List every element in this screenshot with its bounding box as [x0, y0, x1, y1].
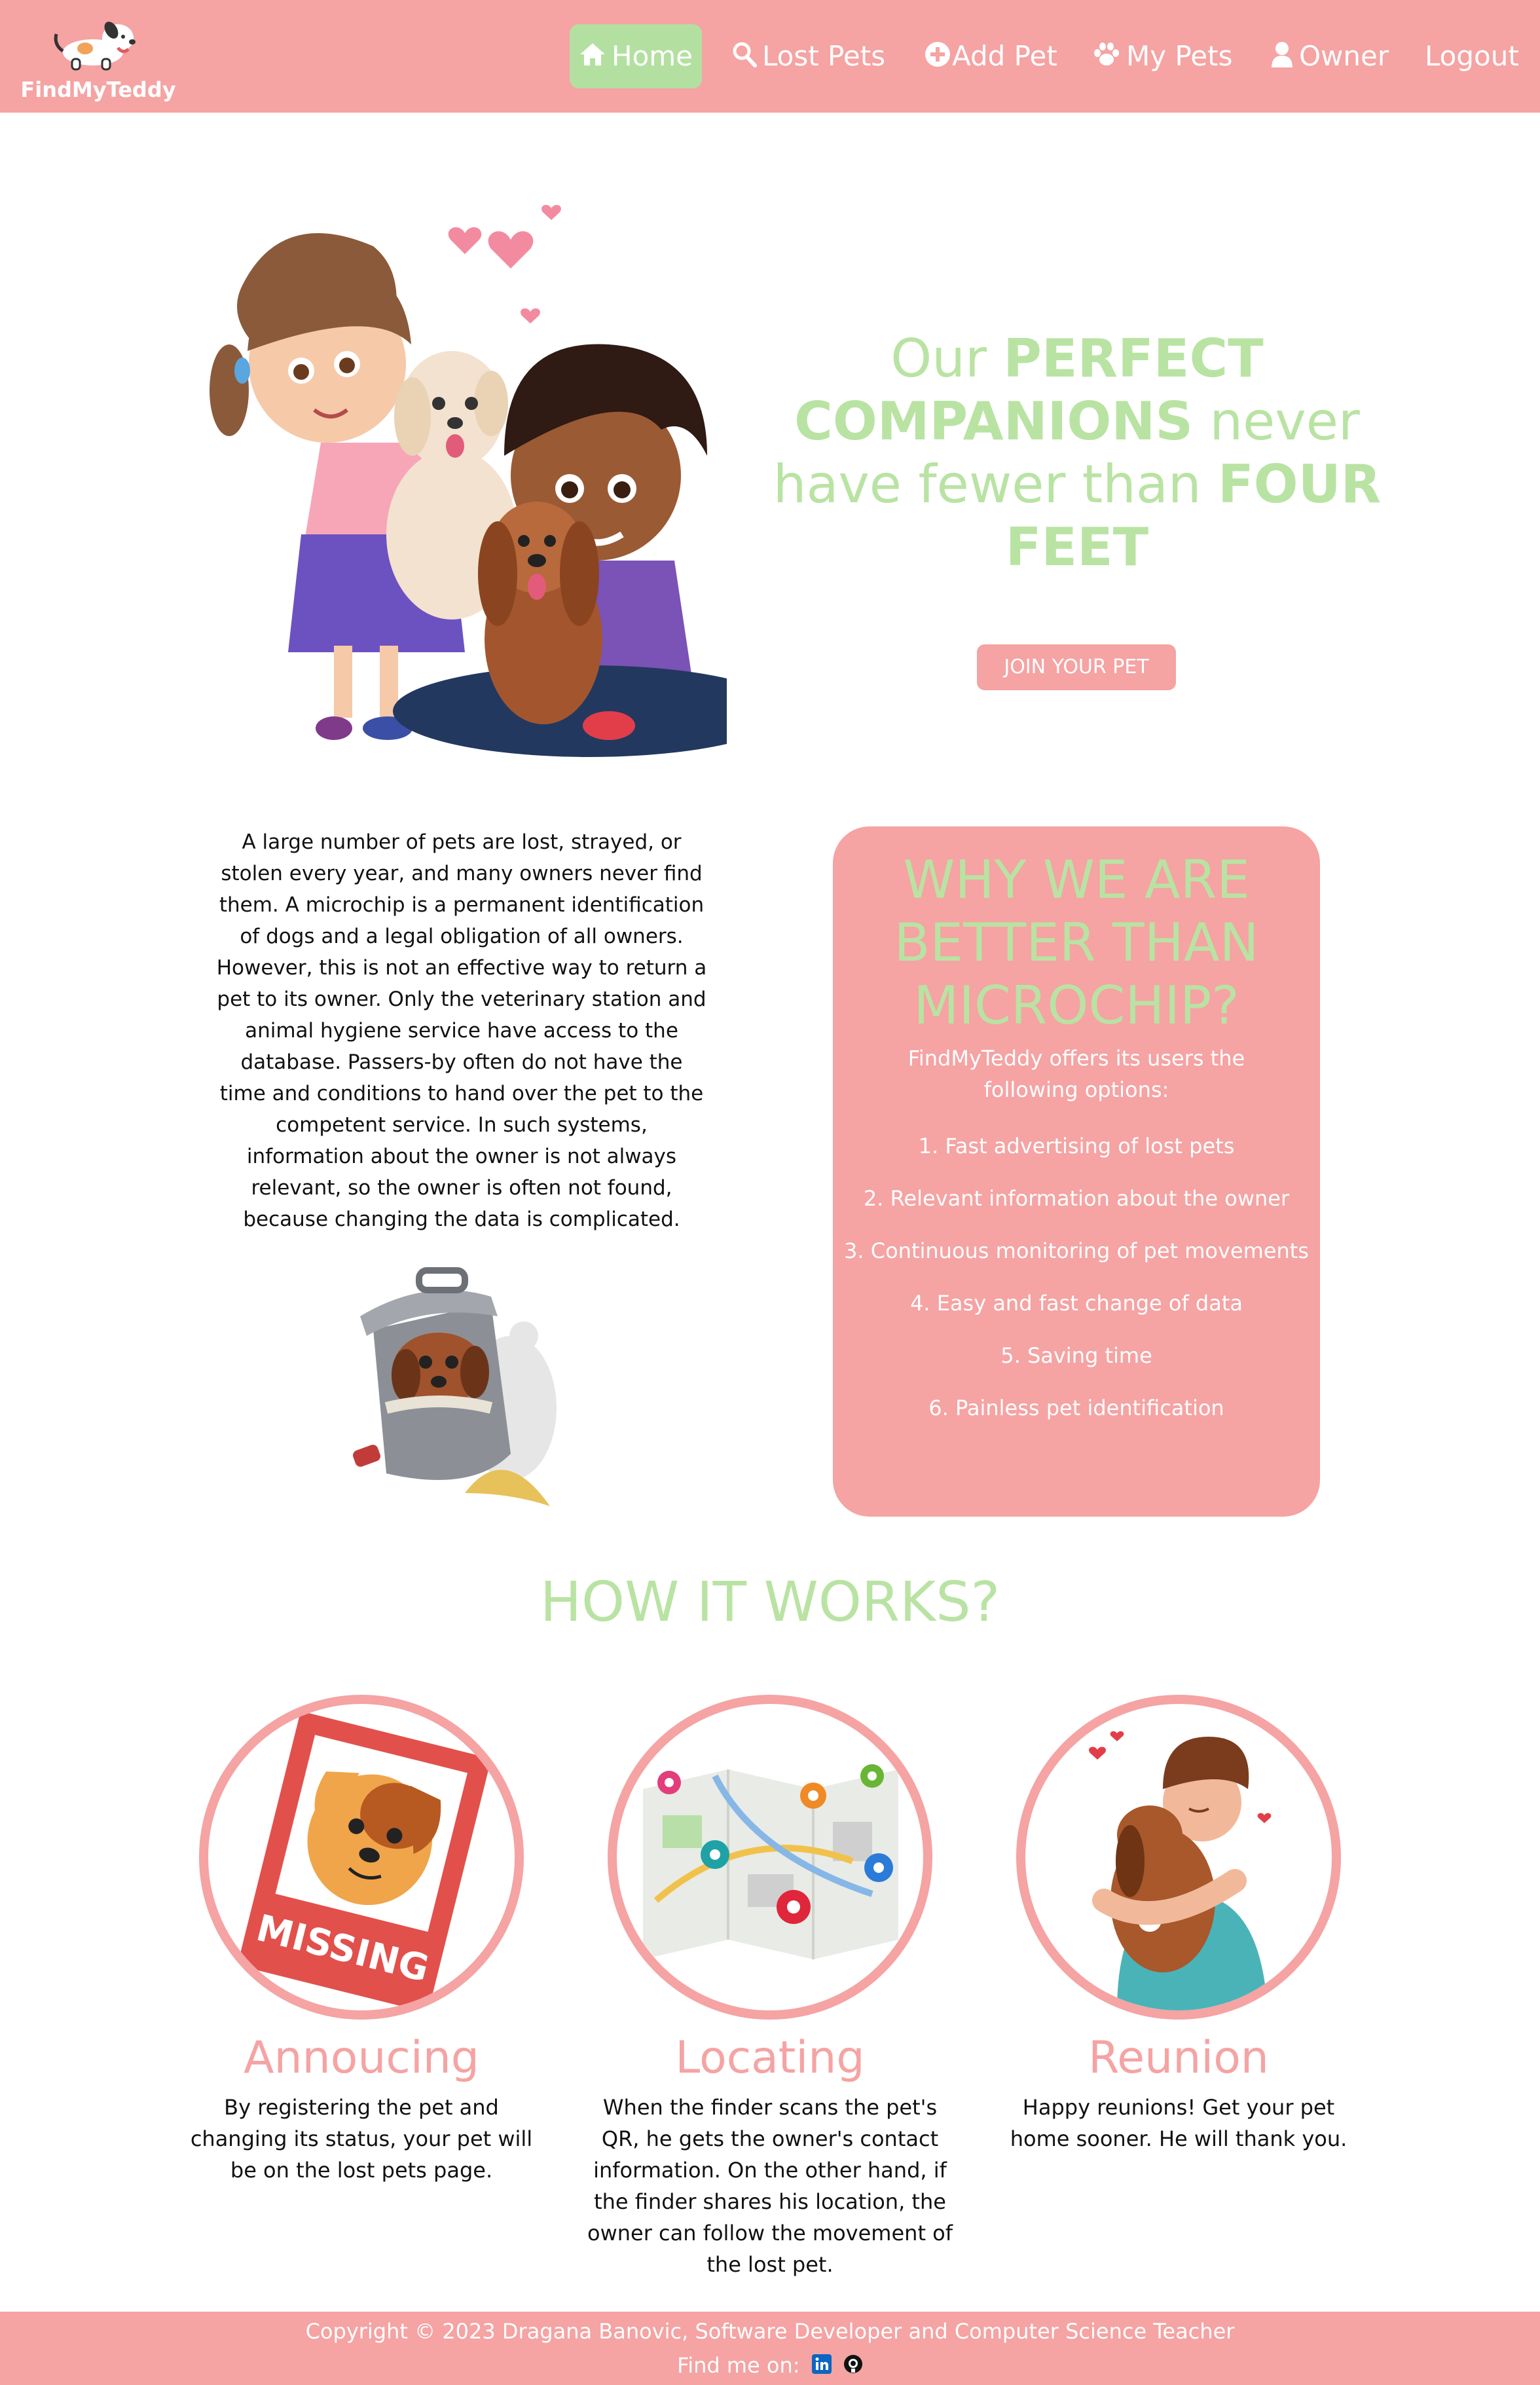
linkedin-icon[interactable] — [811, 2352, 832, 2381]
search-icon — [732, 26, 757, 90]
why-item-4: 4. Easy and fast change of data — [910, 1291, 1243, 1316]
step-title-reunion: Reunion — [1088, 2032, 1269, 2084]
nav-logout[interactable]: Logout — [1425, 24, 1519, 88]
navbar: FindMyTeddy Home Lost Pets Add Pet My Pe… — [0, 0, 1540, 113]
nav-owner[interactable]: Owner — [1270, 24, 1389, 88]
why-item-2: 2. Relevant information about the owner — [863, 1186, 1290, 1211]
step-text-announcing: By registering the pet and changing its … — [190, 2095, 533, 2183]
how-it-works-title: HOW IT WORKS? — [540, 1570, 1000, 1634]
nav-add-pet[interactable]: Add Pet — [925, 24, 1057, 88]
why-title: WHY WE ARE BETTER THAN MICROCHIP? — [894, 849, 1259, 1036]
user-icon — [1270, 26, 1294, 90]
plus-circle-icon — [925, 26, 951, 90]
github-icon[interactable] — [843, 2352, 863, 2381]
why-item-6: 6. Painless pet identification — [928, 1396, 1224, 1420]
nav-add-pet-label: Add Pet — [952, 40, 1057, 72]
step-text-reunion: Happy reunions! Get your pet home sooner… — [1010, 2095, 1348, 2151]
nav-my-pets[interactable]: My Pets — [1092, 24, 1232, 88]
step-text-locating: When the finder scans the pet's QR, he g… — [587, 2095, 953, 2277]
footer-social: Find me on: — [0, 2351, 1540, 2381]
paw-icon — [1092, 26, 1121, 90]
join-your-pet-button[interactable]: JOIN YOUR PET — [977, 644, 1176, 690]
nav-home[interactable]: Home — [570, 24, 702, 88]
microchip-info-text: A large number of pets are lost, strayed… — [216, 830, 707, 1231]
brand-logo[interactable]: FindMyTeddy — [20, 12, 177, 103]
nav-home-label: Home — [611, 40, 693, 72]
nav-lost-pets-label: Lost Pets — [762, 40, 886, 72]
step-title-announcing: Annoucing — [244, 2032, 479, 2084]
dog-logo-icon — [54, 22, 136, 71]
map-pins-icon — [643, 1764, 898, 1959]
kids-with-dogs-illustration — [210, 204, 727, 757]
why-better-than-microchip-card: WHY WE ARE BETTER THAN MICROCHIP? FindMy… — [833, 826, 1320, 1517]
why-item-5: 5. Saving time — [1000, 1343, 1152, 1368]
footer: Copyright © 2023 Dragana Banovic, Softwa… — [0, 2312, 1540, 2385]
nav-lost-pets[interactable]: Lost Pets — [732, 24, 885, 88]
man-hugging-dog-icon — [1088, 1731, 1272, 2010]
step-title-locating: Locating — [675, 2032, 865, 2084]
home-icon — [579, 26, 606, 90]
why-item-3: 3. Continuous monitoring of pet movement… — [844, 1238, 1309, 1263]
reunion-circle — [1016, 1695, 1341, 2020]
dog-in-trash-can-illustration — [353, 1267, 557, 1506]
hero-headline: Our PERFECT COMPANIONS never have fewer … — [773, 328, 1382, 578]
map-circle — [608, 1695, 932, 2020]
missing-poster-circle: MISSING — [199, 1695, 524, 2020]
find-me-label: Find me on: — [677, 2353, 800, 2378]
nav-logout-label: Logout — [1425, 40, 1519, 72]
why-item-1: 1. Fast advertising of lost pets — [918, 1134, 1235, 1158]
missing-poster-icon: MISSING — [238, 1712, 490, 2010]
why-intro: FindMyTeddy offers its users the followi… — [908, 1046, 1245, 1102]
nav-owner-label: Owner — [1299, 40, 1389, 72]
brand-name: FindMyTeddy — [20, 77, 176, 102]
nav-my-pets-label: My Pets — [1126, 40, 1233, 72]
footer-copyright: Copyright © 2023 Dragana Banovic, Softwa… — [305, 2319, 1235, 2344]
